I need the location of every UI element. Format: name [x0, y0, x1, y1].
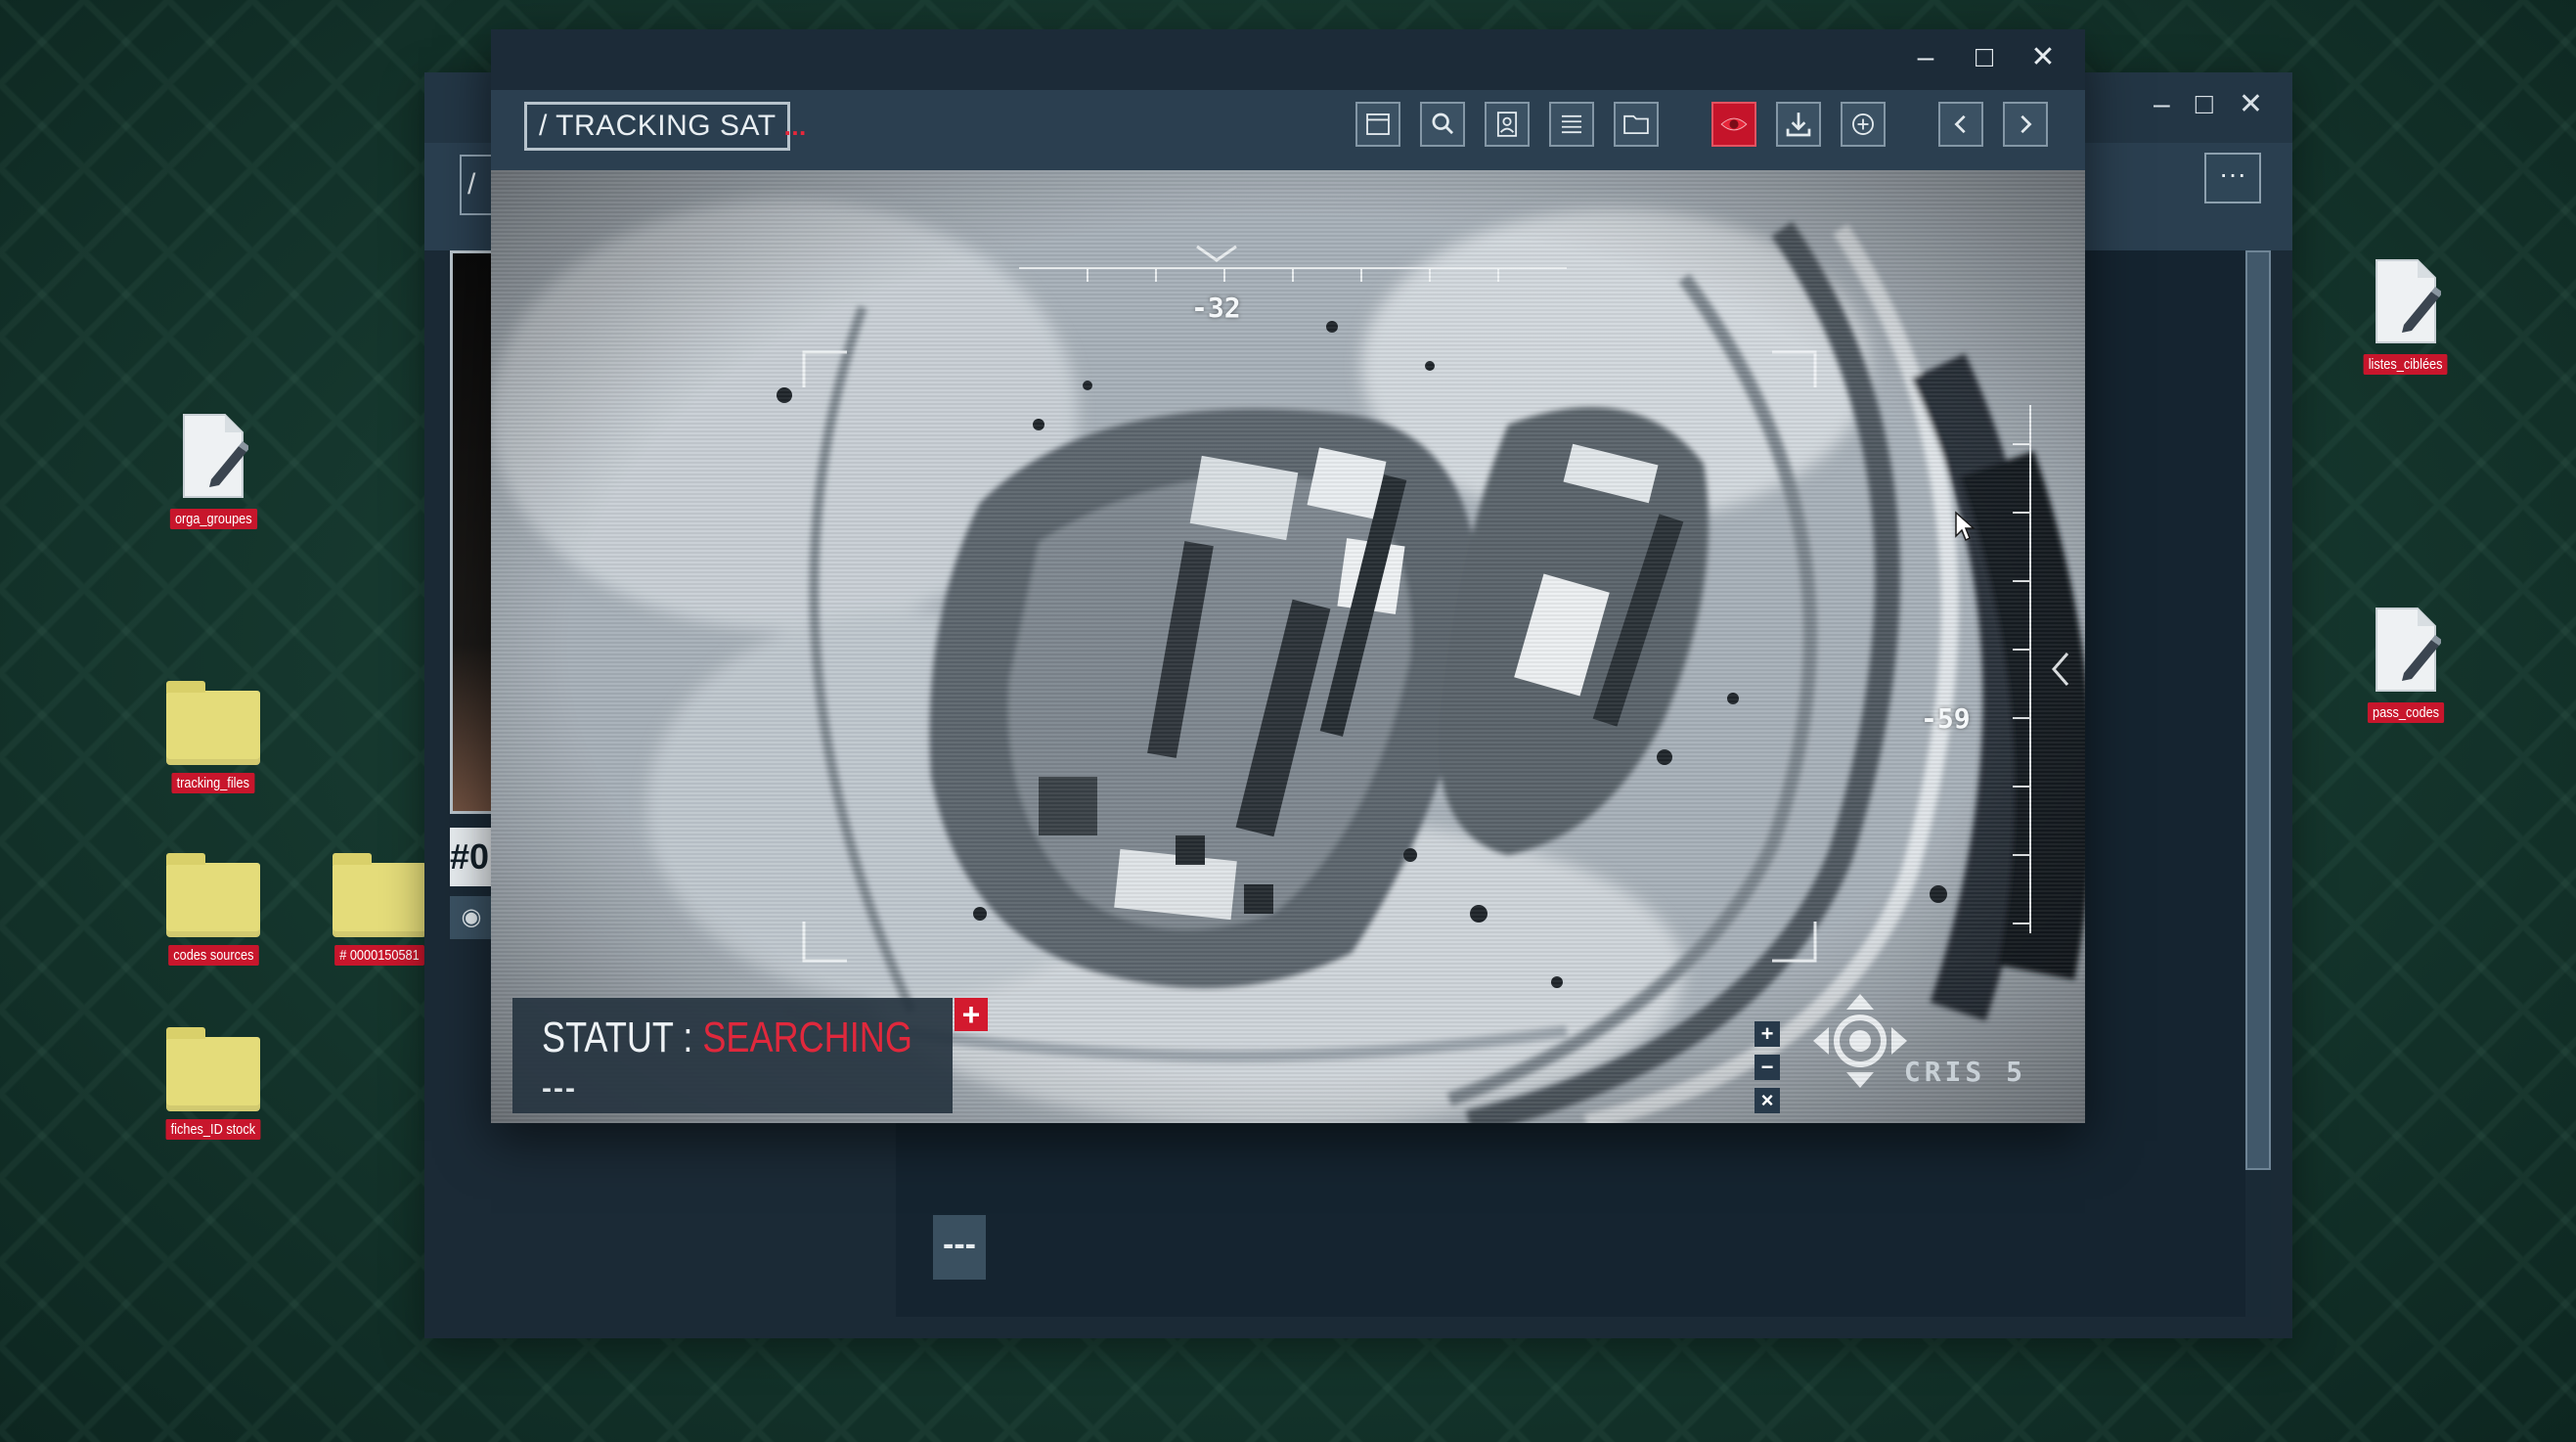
- zoom-out-button[interactable]: −: [1754, 1055, 1780, 1080]
- minimize-icon[interactable]: –: [2154, 90, 2170, 119]
- title-dots: ...: [783, 112, 807, 141]
- surveillance-button[interactable]: [1711, 102, 1756, 147]
- desktop-icon-listes-ciblees[interactable]: listes_ciblées: [2337, 256, 2474, 375]
- eye-icon[interactable]: ◉: [450, 896, 493, 939]
- search-icon: [1432, 113, 1454, 135]
- desktop-icon-label: orga_groupes: [169, 509, 257, 529]
- list-icon: [1561, 114, 1582, 134]
- more-options-button[interactable]: ···: [2204, 153, 2261, 203]
- desktop-icon-label: # 0000150581: [334, 945, 424, 966]
- list-button[interactable]: [1549, 102, 1594, 147]
- sensor-label: CRIS 5: [1903, 1056, 2026, 1088]
- document-icon: [2371, 256, 2443, 346]
- scrollbar-thumb[interactable]: [2245, 250, 2271, 1170]
- status-text: STATUT : SEARCHING: [542, 1014, 912, 1062]
- folder-icon: [166, 1027, 260, 1111]
- minimize-icon[interactable]: –: [1911, 43, 1940, 72]
- main-window-titlebar[interactable]: [491, 29, 2085, 90]
- background-window-action-button[interactable]: ---: [933, 1215, 986, 1280]
- eye-icon: [1720, 117, 1748, 131]
- next-button[interactable]: [2003, 102, 2048, 147]
- close-icon[interactable]: ✕: [2028, 43, 2058, 72]
- download-button[interactable]: [1776, 102, 1821, 147]
- close-icon[interactable]: ✕: [2239, 90, 2263, 119]
- desktop-icon-label: tracking_files: [171, 773, 255, 793]
- desktop-icon-label: listes_ciblées: [2363, 354, 2449, 375]
- window-title-tab[interactable]: / TRACKING SAT...: [524, 102, 806, 151]
- background-window-controls: – □ ✕: [2154, 90, 2263, 119]
- window-title: / TRACKING SAT: [539, 110, 777, 142]
- profile-id: #0: [450, 828, 493, 886]
- desktop-icon-label: fiches_ID stock: [165, 1119, 261, 1140]
- window-icon: [1366, 113, 1390, 135]
- chevron-left-icon: [1954, 114, 1966, 134]
- main-window-controls: – □ ✕: [1911, 43, 2058, 72]
- tracking-sat-window[interactable]: – □ ✕ / TRACKING SAT... -32 -59 CRIS 5 +…: [491, 29, 2085, 1123]
- contact-card-icon: [1496, 112, 1518, 137]
- desktop-icon-tracking-files[interactable]: tracking_files: [145, 681, 282, 793]
- status-subtext: ---: [542, 1072, 577, 1104]
- range-readout: -59: [1921, 702, 1971, 735]
- download-icon: [1786, 113, 1811, 137]
- contacts-button[interactable]: [1485, 102, 1530, 147]
- folder-icon: [333, 853, 426, 937]
- folder-icon: [166, 853, 260, 937]
- status-panel: STATUT : SEARCHING ---: [512, 998, 953, 1113]
- document-icon: [178, 411, 250, 501]
- folder-icon: [166, 681, 260, 765]
- heading-readout: -32: [1191, 292, 1241, 324]
- zoom-in-button[interactable]: +: [1754, 1021, 1780, 1047]
- chevron-right-icon: [2021, 114, 2032, 134]
- status-value: SEARCHING: [702, 1014, 912, 1061]
- desktop-icon-orga-groupes[interactable]: orga_groupes: [145, 411, 282, 529]
- desktop-icon-pass-codes[interactable]: pass_codes: [2337, 605, 2474, 723]
- desktop-icon-label: codes sources: [167, 945, 259, 966]
- document-icon: [2371, 605, 2443, 695]
- add-circle-icon: [1852, 113, 1874, 135]
- previous-button[interactable]: [1938, 102, 1983, 147]
- maximize-icon[interactable]: □: [1970, 43, 1999, 72]
- folder-button[interactable]: [1614, 102, 1659, 147]
- status-expand-button[interactable]: +: [955, 998, 988, 1031]
- desktop-icon-fiches-id-stock[interactable]: fiches_ID stock: [145, 1027, 282, 1140]
- zoom-reset-button[interactable]: ×: [1754, 1088, 1780, 1113]
- window-view-button[interactable]: [1355, 102, 1400, 147]
- search-button[interactable]: [1420, 102, 1465, 147]
- satellite-view[interactable]: -32 -59 CRIS 5 + − × STATUT : SEARCHING …: [491, 170, 2085, 1123]
- satellite-terrain-image: [491, 170, 2085, 1123]
- folder-icon: [1623, 114, 1649, 135]
- desktop-icon-label: pass_codes: [2367, 702, 2445, 723]
- mouse-cursor-icon: [1955, 511, 1976, 542]
- maximize-icon[interactable]: □: [2196, 90, 2213, 119]
- add-button[interactable]: [1841, 102, 1886, 147]
- desktop-icon-codes-sources[interactable]: codes sources: [145, 853, 282, 966]
- status-label: STATUT :: [542, 1014, 703, 1061]
